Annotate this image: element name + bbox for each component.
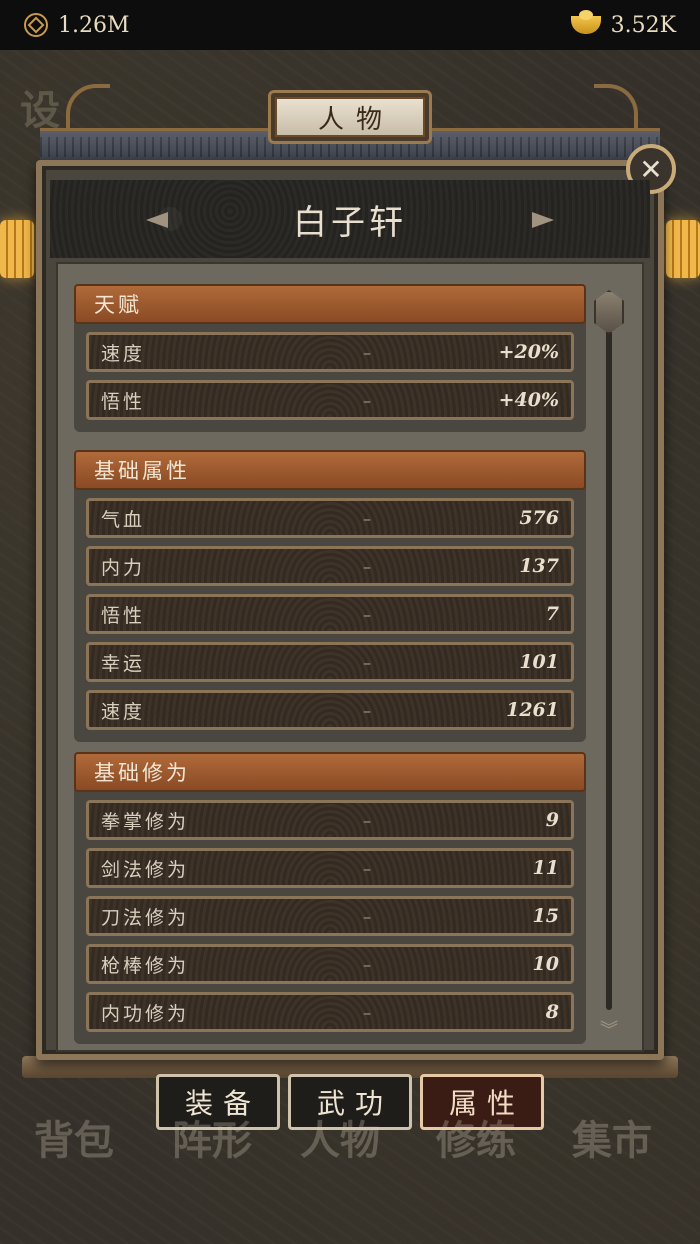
list-item: 气血 – 576 [86,498,574,538]
stat-value: 137 [519,555,559,577]
stat-dash: – [363,906,371,926]
ingot-amount: 3.52K [610,12,676,38]
stat-label: 枪棒修为 [101,954,190,977]
scrollbar-track[interactable] [606,320,612,1010]
next-character-arrow-icon[interactable] [532,212,554,228]
stat-value: 8 [545,1001,559,1023]
stat-value: 7 [545,603,559,625]
stat-dash: – [363,700,371,720]
list-item: 内力 – 137 [86,546,574,586]
list-item: 速度 – +20% [86,332,574,372]
stat-label: 气血 [101,508,146,531]
window-title: 人物 [275,97,425,137]
scroll-down-icon[interactable]: ︾ [600,1016,618,1042]
stat-value: 11 [532,857,559,879]
base-attributes-section: 基础属性 气血 – 576 内力 – 137 悟性 – 7 幸运 – 101 速… [74,450,586,742]
stat-label: 悟性 [101,604,146,627]
coin-amount: 1.26M [58,12,130,38]
stat-dash: – [363,342,371,362]
stat-value: 1261 [506,699,559,721]
list-item: 拳掌修为 – 9 [86,800,574,840]
stat-label: 内力 [101,556,146,579]
list-item: 幸运 – 101 [86,642,574,682]
nav-bag[interactable]: 背包 [34,1108,114,1166]
nav-market[interactable]: 集市 [572,1108,652,1166]
stat-dash: – [363,1002,371,1022]
attribute-list[interactable]: 天赋 速度 – +20% 悟性 – +40% 基础属性 气血 – 576 内力 … [56,262,644,1052]
section-header: 基础修为 [74,752,586,792]
list-item: 速度 – 1261 [86,690,574,730]
stat-value: 9 [545,809,559,831]
nav-training[interactable]: 修练 [436,1108,516,1166]
stat-value: 576 [519,507,559,529]
nav-character[interactable]: 人物 [300,1108,380,1166]
stat-label: 刀法修为 [101,906,190,929]
list-item: 刀法修为 – 15 [86,896,574,936]
stat-dash: – [363,858,371,878]
stat-dash: – [363,652,371,672]
nav-formation[interactable]: 阵形 [172,1108,252,1166]
stat-label: 剑法修为 [101,858,190,881]
currency-bar: 1.26M 3.52K [0,0,700,50]
stat-label: 速度 [101,342,146,365]
ingot-currency: 3.52K [547,10,700,38]
stat-value: 10 [532,953,559,975]
stat-label: 拳掌修为 [101,810,190,833]
list-item: 剑法修为 – 11 [86,848,574,888]
talent-section: 天赋 速度 – +20% 悟性 – +40% [74,284,586,432]
stat-value: 101 [519,651,559,673]
lantern-left [0,220,34,278]
list-item: 悟性 – 7 [86,594,574,634]
stat-value: +40% [498,389,559,411]
list-item: 悟性 – +40% [86,380,574,420]
stat-dash: – [363,390,371,410]
stat-label: 内功修为 [101,1002,190,1025]
stat-dash: – [363,508,371,528]
stat-dash: – [363,556,371,576]
coin-currency: 1.26M [0,13,154,38]
previous-character-arrow-icon[interactable] [146,212,168,228]
stat-label: 速度 [101,700,146,723]
window-title-plaque: 人物 [268,90,432,144]
stat-label: 幸运 [101,652,146,675]
section-header: 基础属性 [74,450,586,490]
lantern-right [666,220,700,278]
list-item: 内功修为 – 8 [86,992,574,1032]
section-header: 天赋 [74,284,586,324]
character-name-header: 白子轩 [50,180,650,258]
stat-dash: – [363,954,371,974]
gold-ingot-icon [570,10,601,34]
coin-icon [24,13,48,37]
stat-dash: – [363,604,371,624]
base-cultivation-section: 基础修为 拳掌修为 – 9 剑法修为 – 11 刀法修为 – 15 枪棒修为 –… [74,752,586,1044]
list-item: 枪棒修为 – 10 [86,944,574,984]
stat-value: +20% [498,341,559,363]
stat-label: 悟性 [101,390,146,413]
stat-value: 15 [532,905,559,927]
stat-dash: – [363,810,371,830]
character-name: 白子轩 [293,202,407,243]
